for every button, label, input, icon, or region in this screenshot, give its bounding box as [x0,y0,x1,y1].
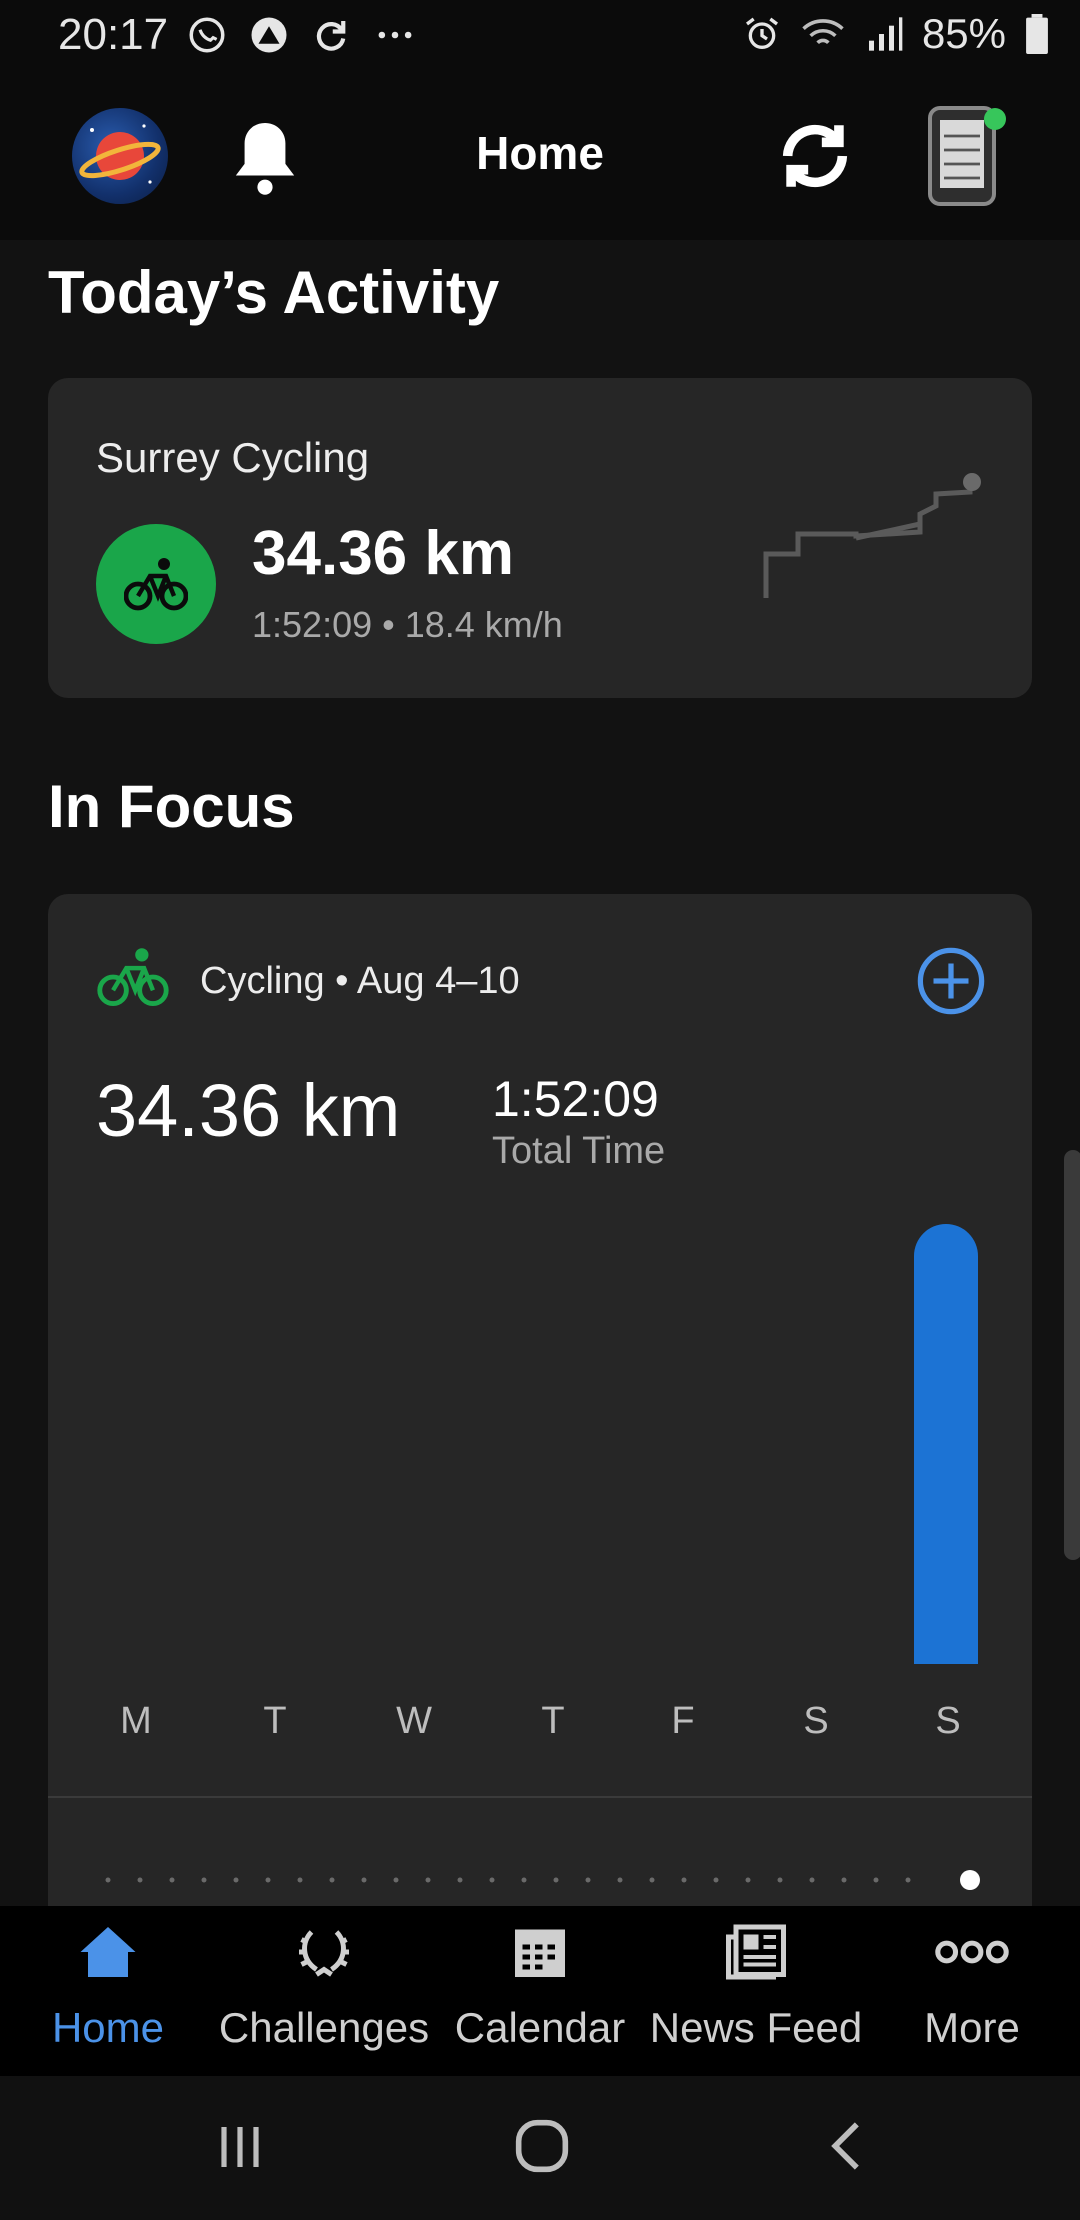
back-button[interactable] [826,2120,866,2177]
nav-more[interactable] [864,1924,1080,1985]
laurel-icon [299,1930,349,1977]
day-label: M [120,1700,152,1742]
nav-challenges[interactable] [216,1924,432,1985]
route-map-thumbnail [763,473,981,598]
card-divider [48,1796,1032,1798]
activity-meta: 1:52:09 • 18.4 km/h [252,604,563,645]
day-label: W [396,1700,432,1742]
focus-total-time: 1:52:09 [492,1071,659,1127]
wifi-icon [802,19,844,45]
nav-news-feed[interactable] [648,1924,864,1985]
activity-type-badge [96,524,216,644]
status-left-icons [186,14,418,56]
sync-button[interactable] [774,118,856,199]
day-label: T [541,1700,565,1742]
focus-total-time-label: Total Time [492,1130,666,1172]
sync-arrows-icon [782,124,848,188]
back-chevron-icon [831,2122,859,2170]
alarm-icon [745,17,778,50]
nav-calendar-label: Calendar [454,2004,626,2051]
focus-label: Cycling • Aug 4–10 [200,960,520,1002]
sunday-bar [914,1224,978,1664]
in-focus-heading: In Focus [48,773,295,840]
whatsapp-icon [189,17,225,53]
bike-icon [124,558,188,611]
focus-distance: 34.36 km [96,1069,401,1152]
calendar-icon [515,1929,565,1977]
nav-home[interactable] [0,1924,216,1985]
more-dots-icon [378,31,412,39]
day-label: S [935,1700,961,1742]
status-right-icons: 85% [742,10,1050,58]
scrollbar[interactable] [1064,1150,1080,1560]
in-focus-card[interactable] [48,894,1032,1954]
nav-challenges-label: Challenges [218,2004,430,2051]
activity-distance: 34.36 km [252,519,514,588]
day-label: F [671,1700,695,1742]
more-icon [935,1940,1009,1964]
activity-name: Surrey Cycling [96,434,370,481]
home-system-button[interactable] [514,2118,570,2179]
recents-button[interactable] [216,2122,264,2177]
bike-icon [97,948,169,1007]
nav-news-feed-label: News Feed [649,2004,863,2051]
home-icon [80,1927,136,1977]
todays-activity-heading: Today’s Activity [48,259,500,326]
battery-percent: 85% [921,10,1006,57]
page-title: Home [476,127,604,179]
page-indicator[interactable] [100,1870,980,1890]
device-connected-indicator [984,108,1006,130]
signal-icon [868,17,903,51]
sync-icon [316,21,346,51]
recents-icon [221,2127,259,2167]
nav-home-label: Home [51,2004,165,2051]
status-time: 20:17 [58,10,169,59]
focus-activity-type [96,946,170,1013]
day-label: T [263,1700,287,1742]
add-circle-icon [917,947,985,1015]
day-label: S [803,1700,829,1742]
home-circle-icon [515,2119,569,2173]
app-icon [251,17,287,53]
news-icon [726,1924,786,1980]
nav-more-label: More [924,2004,1020,2051]
nav-calendar[interactable] [432,1924,648,1985]
add-focus-button[interactable] [916,946,986,1021]
battery-icon [1026,14,1048,54]
